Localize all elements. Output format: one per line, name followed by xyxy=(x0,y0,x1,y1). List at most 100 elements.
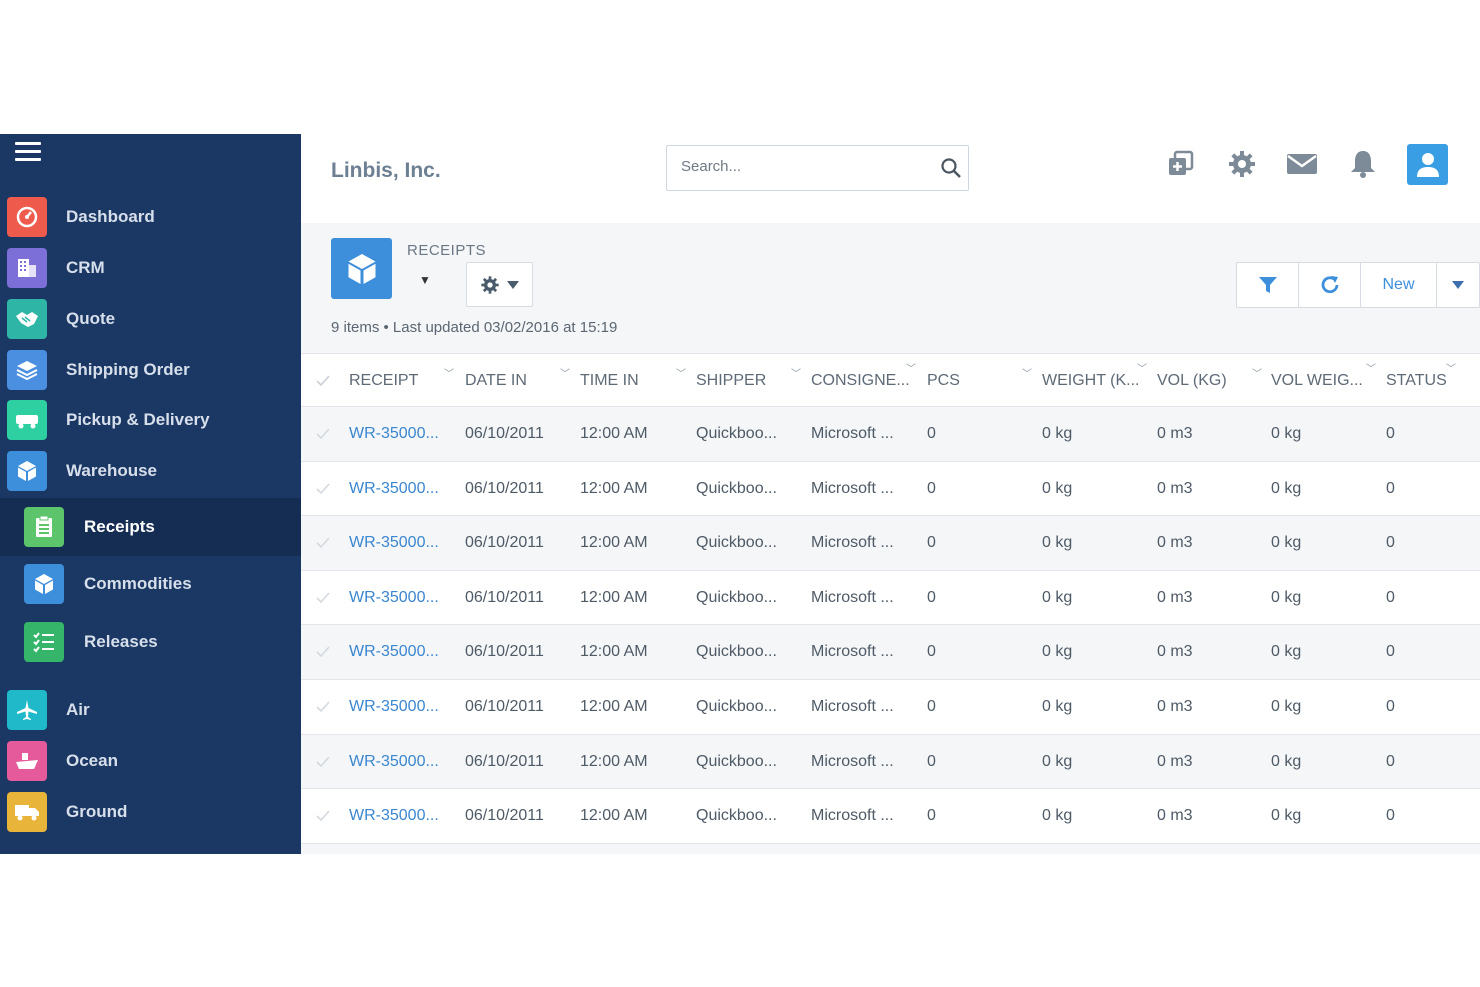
sidebar-item-warehouse[interactable]: Warehouse xyxy=(0,446,301,496)
sidebar-item-receipts[interactable]: Receipts xyxy=(0,498,301,556)
search-icon[interactable] xyxy=(940,157,962,179)
table-row[interactable]: WR-35000... 06/10/2011 12:00 AM Quickboo...… xyxy=(301,407,1480,462)
row-checkbox[interactable] xyxy=(316,810,330,822)
cell-receipt[interactable]: WR-35000... xyxy=(349,462,439,516)
sidebar-item-commodities[interactable]: Commodities xyxy=(0,559,301,609)
table-row[interactable]: WR-35000... 06/10/2011 12:00 AM Quickboo...… xyxy=(301,679,1480,735)
column-header-shipper[interactable]: SHIPPER ﹀ xyxy=(696,354,811,408)
sidebar-item-crm[interactable]: CRM xyxy=(0,243,301,293)
mail-icon[interactable] xyxy=(1284,146,1320,182)
sidebar-item-ocean[interactable]: Ocean xyxy=(0,736,301,786)
cell-pcs: 0 xyxy=(927,643,936,661)
search-box[interactable] xyxy=(666,145,969,191)
cell-vol: 0 m3 xyxy=(1157,479,1193,497)
new-dropdown-button[interactable] xyxy=(1437,263,1479,307)
column-header-vol-weight[interactable]: VOL WEIG... ﹀ xyxy=(1271,354,1386,408)
cell-vol-weight: 0 kg xyxy=(1271,534,1302,552)
row-checkbox[interactable] xyxy=(316,483,330,495)
chevron-down-icon[interactable]: ﹀ xyxy=(906,360,916,375)
cell-receipt[interactable]: WR-35000... xyxy=(349,516,439,570)
chevron-down-icon[interactable]: ﹀ xyxy=(1252,365,1262,380)
new-button[interactable]: New xyxy=(1361,263,1437,307)
row-checkbox[interactable] xyxy=(316,701,330,713)
list-toolbar: New xyxy=(1236,262,1480,308)
row-checkbox[interactable] xyxy=(316,537,330,549)
sidebar-item-pickup-delivery[interactable]: Pickup & Delivery xyxy=(0,395,301,445)
cell-time-in: 12:00 AM xyxy=(580,807,648,825)
chevron-down-icon[interactable]: ﹀ xyxy=(444,365,454,380)
user-avatar-icon[interactable] xyxy=(1407,144,1448,185)
sidebar-item-quote[interactable]: Quote xyxy=(0,294,301,344)
table-row[interactable]: WR-35000... 06/10/2011 12:00 AM Quickboo...… xyxy=(301,570,1480,626)
receipts-module-icon xyxy=(331,238,392,299)
cell-time-in: 12:00 AM xyxy=(580,697,648,715)
row-checkbox[interactable] xyxy=(316,592,330,604)
cell-vol: 0 m3 xyxy=(1157,425,1193,442)
cell-time-in: 12:00 AM xyxy=(580,479,648,497)
cell-shipper: Quickboo... xyxy=(696,534,777,552)
sidebar-item-label: Ocean xyxy=(66,751,118,770)
cell-vol: 0 m3 xyxy=(1157,807,1193,825)
table-row[interactable]: WR-35000... 06/10/2011 12:00 AM Quickboo...… xyxy=(301,625,1480,680)
chevron-down-icon[interactable]: ﹀ xyxy=(560,365,570,380)
chevron-down-icon[interactable]: ﹀ xyxy=(1022,365,1032,380)
settings-gear-icon[interactable] xyxy=(1224,146,1260,182)
column-header-consignee[interactable]: CONSIGNE... ﹀ xyxy=(811,354,926,408)
chevron-down-icon[interactable]: ﹀ xyxy=(1446,360,1456,375)
column-header-weight[interactable]: WEIGHT (K... ﹀ xyxy=(1042,354,1157,408)
cell-weight: 0 kg xyxy=(1042,807,1073,825)
cell-receipt[interactable]: WR-35000... xyxy=(349,407,439,461)
column-header-status[interactable]: STATUS ﹀ xyxy=(1386,354,1480,408)
cell-date-in: 06/10/2011 xyxy=(465,534,544,552)
cell-shipper: Quickboo... xyxy=(696,807,777,825)
sidebar-item-dashboard[interactable]: Dashboard xyxy=(0,192,301,242)
cell-consignee: Microsoft ... xyxy=(811,479,894,497)
column-header-receipt[interactable]: RECEIPT ﹀ xyxy=(349,354,464,408)
sidebar-item-label: Ground xyxy=(66,802,128,821)
module-settings-button[interactable] xyxy=(466,262,533,307)
cell-receipt[interactable]: WR-35000... xyxy=(349,625,439,679)
row-checkbox[interactable] xyxy=(316,646,330,658)
column-header-time-in[interactable]: TIME IN ﹀ xyxy=(580,354,696,408)
cell-weight: 0 kg xyxy=(1042,534,1073,552)
add-window-icon[interactable] xyxy=(1163,146,1199,182)
notification-bell-icon[interactable] xyxy=(1345,146,1381,182)
cell-shipper: Quickboo... xyxy=(696,697,777,715)
cell-consignee: Microsoft ... xyxy=(811,752,894,770)
sidebar-item-ground[interactable]: Ground xyxy=(0,787,301,837)
chevron-down-icon[interactable]: ﹀ xyxy=(1366,360,1376,375)
table-row[interactable]: WR-35000... 06/10/2011 12:00 AM Quickboo...… xyxy=(301,734,1480,790)
sidebar-item-air[interactable]: Air xyxy=(0,685,301,735)
cell-receipt[interactable]: WR-35000... xyxy=(349,789,439,843)
cell-vol: 0 m3 xyxy=(1157,643,1193,661)
column-header-date-in[interactable]: DATE IN ﹀ xyxy=(465,354,580,408)
column-header-pcs[interactable]: PCS ﹀ xyxy=(927,354,1042,408)
cell-receipt[interactable]: WR-35000... xyxy=(349,571,439,625)
chevron-down-icon[interactable]: ﹀ xyxy=(676,365,686,380)
table-row[interactable]: WR-35000... 06/10/2011 12:00 AM Quickboo...… xyxy=(301,461,1480,517)
view-selector-caret[interactable]: ▼ xyxy=(419,273,431,287)
cell-weight: 0 kg xyxy=(1042,752,1073,770)
table-row[interactable]: WR-35000... 06/10/2011 12:00 AM Quickboo...… xyxy=(301,789,1480,844)
row-checkbox[interactable] xyxy=(316,756,330,768)
search-input[interactable] xyxy=(681,158,931,175)
select-all-checkbox[interactable] xyxy=(316,375,330,387)
chevron-down-icon[interactable]: ﹀ xyxy=(1137,360,1147,375)
cell-pcs: 0 xyxy=(927,588,936,606)
table-row[interactable]: WR-35000... 06/10/2011 12:00 AM Quickboo...… xyxy=(301,516,1480,571)
sidebar-item-releases[interactable]: Releases xyxy=(0,617,301,667)
cell-receipt[interactable]: WR-35000... xyxy=(349,680,439,734)
receipts-table: RECEIPT ﹀ DATE IN ﹀ TIME IN ﹀ SHIPPER ﹀ CONS… xyxy=(301,353,1480,844)
layers-icon xyxy=(7,350,47,390)
filter-button[interactable] xyxy=(1237,263,1299,307)
row-checkbox[interactable] xyxy=(316,428,330,440)
menu-toggle-icon[interactable] xyxy=(15,142,41,162)
table-body: WR-35000... 06/10/2011 12:00 AM Quickboo...… xyxy=(301,407,1480,844)
sidebar-item-shipping-order[interactable]: Shipping Order xyxy=(0,345,301,395)
app-window: Dashboard CRM Quote Shipping Order Picku xyxy=(0,134,1480,854)
refresh-button[interactable] xyxy=(1299,263,1361,307)
cell-receipt[interactable]: WR-35000... xyxy=(349,735,439,789)
cell-shipper: Quickboo... xyxy=(696,643,777,661)
chevron-down-icon[interactable]: ﹀ xyxy=(791,365,801,380)
column-header-vol[interactable]: VOL (KG) ﹀ xyxy=(1157,354,1272,408)
